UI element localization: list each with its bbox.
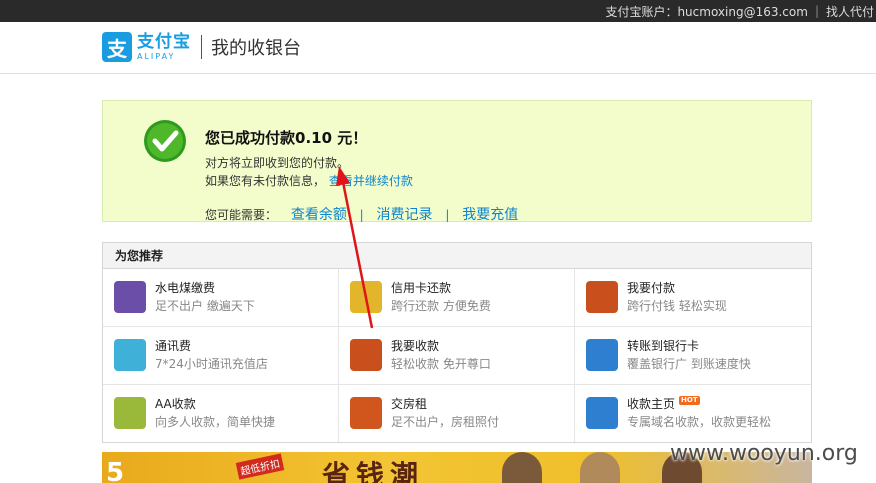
service-subtitle: 向多人收款，简单快捷 bbox=[155, 415, 276, 429]
pay-icon bbox=[586, 281, 618, 313]
unpaid-info: 如果您有未付款信息， 查看并继续付款 bbox=[205, 172, 413, 189]
account-label: 支付宝账户：hucmoxing@163.com bbox=[605, 4, 808, 19]
service-aa[interactable]: AA收款 向多人收款，简单快捷 bbox=[103, 385, 339, 442]
service-subtitle: 跨行付钱 轻松实现 bbox=[627, 299, 727, 313]
success-panel: 您已成功付款0.10 元！ 对方将立即收到您的付款。 如果您有未付款信息， 查看… bbox=[102, 100, 812, 224]
quick-links-label: 您可能需要： bbox=[205, 208, 278, 222]
quick-links: 您可能需要： 查看余额 | 消费记录 | 我要充值 bbox=[205, 204, 518, 224]
logo-cn-text: 支付宝 bbox=[137, 31, 191, 52]
service-title-wrap: 收款主页 HOT bbox=[627, 395, 700, 412]
success-title: 您已成功付款0.10 元！ bbox=[205, 129, 368, 147]
alipay-logo-icon: 支 bbox=[102, 32, 132, 62]
top-bar: 支付宝账户：hucmoxing@163.com | 找人代付 bbox=[0, 0, 876, 22]
link-separator: | bbox=[445, 208, 450, 222]
hot-badge: HOT bbox=[679, 396, 700, 405]
alipay-logo[interactable]: 支 支付宝 ALIPAY 我的收银台 bbox=[102, 32, 301, 62]
service-subtitle: 足不出户，房租照付 bbox=[391, 415, 500, 429]
service-subtitle: 覆盖银行广 到账速度快 bbox=[627, 357, 751, 371]
logo-en-text: ALIPAY bbox=[137, 51, 176, 61]
receive-icon bbox=[350, 339, 382, 371]
topbar-separator: | bbox=[814, 4, 819, 18]
service-subtitle: 7*24小时通讯充值店 bbox=[155, 357, 268, 371]
service-title: 信用卡还款 bbox=[391, 281, 452, 295]
service-subtitle: 跨行还款 方便免费 bbox=[391, 299, 491, 313]
success-message: 对方将立即收到您的付款。 bbox=[205, 156, 350, 170]
view-continue-pay-link[interactable]: 查看并继续付款 bbox=[329, 174, 413, 188]
service-title: 我要付款 bbox=[627, 281, 676, 295]
link-separator: | bbox=[359, 208, 364, 222]
recommend-title: 为您推荐 bbox=[103, 243, 811, 269]
banner-tag: 超低折扣 bbox=[235, 453, 285, 480]
service-title: 交房租 bbox=[391, 397, 428, 411]
service-pay[interactable]: 我要付款 跨行付钱 轻松实现 bbox=[575, 269, 811, 327]
utilities-icon bbox=[114, 281, 146, 313]
purchase-records-link[interactable]: 消费记录 bbox=[377, 207, 433, 223]
find-payer-link[interactable]: 找人代付 bbox=[826, 3, 874, 20]
homepage-icon bbox=[586, 397, 618, 429]
view-balance-link[interactable]: 查看余额 bbox=[291, 207, 347, 223]
service-phone[interactable]: 通讯费 7*24小时通讯充值店 bbox=[103, 327, 339, 385]
service-subtitle: 轻松收款 免开尊口 bbox=[391, 357, 491, 371]
header: 支 支付宝 ALIPAY 我的收银台 bbox=[0, 22, 876, 74]
service-credit-card[interactable]: 信用卡还款 跨行还款 方便免费 bbox=[339, 269, 575, 327]
unpaid-info-label: 如果您有未付款信息， bbox=[205, 174, 326, 188]
aa-icon bbox=[114, 397, 146, 429]
service-subtitle: 专属域名收款，收款更轻松 bbox=[627, 415, 772, 429]
watermark: www.wooyun.org bbox=[670, 441, 858, 466]
service-rent[interactable]: 交房租 足不出户，房租照付 bbox=[339, 385, 575, 442]
bank-transfer-icon bbox=[586, 339, 618, 371]
service-title: 水电煤缴费 bbox=[155, 281, 216, 295]
banner-headline: 省钱潮 bbox=[322, 459, 425, 483]
house-icon bbox=[350, 397, 382, 429]
service-receive[interactable]: 我要收款 轻松收款 免开尊口 bbox=[339, 327, 575, 385]
recommend-grid: 水电煤缴费 足不出户 缴遍天下 信用卡还款 跨行还款 方便免费 我要付款 跨行付… bbox=[103, 269, 811, 442]
logo-divider bbox=[201, 35, 202, 59]
banner-number: 5 bbox=[106, 458, 125, 483]
service-title: AA收款 bbox=[155, 397, 196, 411]
service-subtitle: 足不出户 缴遍天下 bbox=[155, 299, 255, 313]
service-title: 转账到银行卡 bbox=[627, 339, 700, 353]
recommend-panel: 为您推荐 水电煤缴费 足不出户 缴遍天下 信用卡还款 跨行还款 方便免费 我要付… bbox=[102, 242, 812, 443]
phone-icon bbox=[114, 339, 146, 371]
service-homepage[interactable]: 收款主页 HOT 专属域名收款，收款更轻松 bbox=[575, 385, 811, 442]
banner-model-image bbox=[502, 452, 542, 483]
top-up-link[interactable]: 我要充值 bbox=[462, 207, 518, 223]
service-title: 通讯费 bbox=[155, 339, 192, 353]
service-utilities[interactable]: 水电煤缴费 足不出户 缴遍天下 bbox=[103, 269, 339, 327]
credit-card-icon bbox=[350, 281, 382, 313]
success-check-icon bbox=[144, 120, 186, 162]
service-title: 我要收款 bbox=[391, 339, 440, 353]
page-title: 我的收银台 bbox=[211, 38, 301, 59]
service-bank-transfer[interactable]: 转账到银行卡 覆盖银行广 到账速度快 bbox=[575, 327, 811, 385]
banner-model-image bbox=[580, 452, 620, 483]
service-title: 收款主页 bbox=[627, 397, 676, 411]
